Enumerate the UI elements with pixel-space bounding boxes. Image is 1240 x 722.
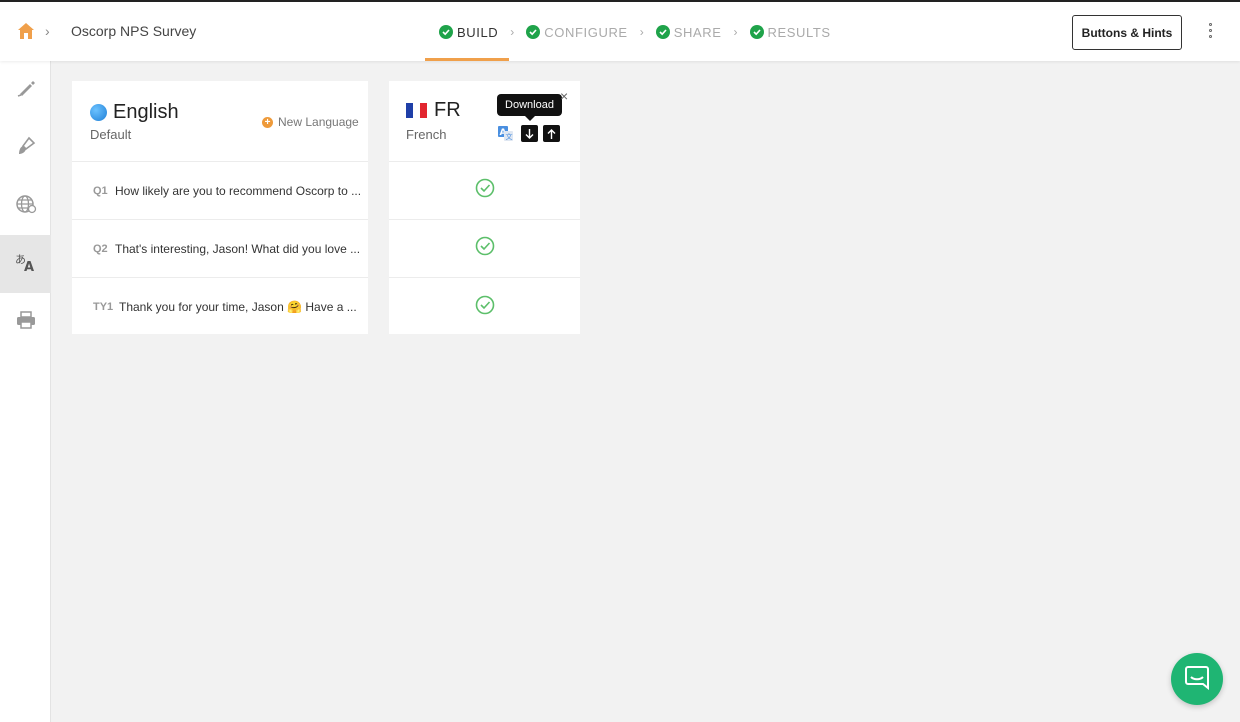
- question-row[interactable]: Q2 That's interesting, Jason! What did y…: [72, 220, 368, 278]
- sidebar-item-design[interactable]: [0, 119, 51, 177]
- language-code: FR: [434, 99, 461, 121]
- translate-icon: あA: [14, 251, 38, 278]
- check-circle-icon: [475, 178, 495, 203]
- language-title: English: [90, 101, 179, 124]
- printer-icon: [15, 309, 37, 336]
- left-sidebar: あA: [0, 61, 51, 722]
- pencil-icon: [15, 77, 37, 104]
- chat-icon: [1184, 664, 1210, 695]
- more-options-icon[interactable]: [1204, 23, 1216, 43]
- check-circle-icon: [655, 25, 670, 39]
- step-results[interactable]: RESULTS: [749, 24, 831, 40]
- chevron-right-icon: ›: [639, 25, 644, 39]
- check-circle-icon: [749, 25, 764, 39]
- sidebar-item-languages-global[interactable]: [0, 177, 51, 235]
- check-circle-icon: [475, 295, 495, 320]
- check-circle-icon: [526, 25, 541, 39]
- new-language-button[interactable]: + New Language: [262, 115, 359, 129]
- paintbrush-icon: [15, 135, 37, 162]
- home-icon[interactable]: [16, 21, 36, 41]
- step-label: CONFIGURE: [544, 24, 628, 40]
- download-tooltip: Download: [497, 94, 562, 121]
- english-language-card: English Default + New Language Q1 How li…: [72, 81, 368, 334]
- chevron-right-icon: ›: [45, 23, 50, 39]
- svg-text:A: A: [24, 260, 34, 273]
- translation-status-row[interactable]: [389, 162, 580, 220]
- active-step-indicator: [425, 58, 509, 61]
- download-icon[interactable]: [521, 125, 538, 142]
- survey-name[interactable]: Oscorp NPS Survey: [71, 23, 196, 39]
- language-title: FR: [406, 99, 461, 122]
- french-language-card: FR French Download × A文: [389, 81, 580, 334]
- question-row[interactable]: TY1 Thank you for your time, Jason 🤗 Hav…: [72, 278, 368, 336]
- new-language-label: New Language: [278, 115, 359, 129]
- language-name: French: [406, 127, 447, 142]
- language-default-label: Default: [90, 127, 132, 142]
- chevron-right-icon: ›: [510, 25, 515, 39]
- sidebar-item-print[interactable]: [0, 293, 51, 351]
- auto-translate-icon[interactable]: A文: [497, 125, 514, 142]
- translation-status-row[interactable]: [389, 278, 580, 336]
- svg-text:文: 文: [506, 132, 513, 141]
- upload-icon[interactable]: [543, 125, 560, 142]
- sidebar-item-translate[interactable]: あA: [0, 235, 51, 293]
- buttons-hints-button[interactable]: Buttons & Hints: [1072, 15, 1182, 50]
- language-name: English: [113, 101, 179, 123]
- france-flag-icon: [406, 103, 427, 118]
- plus-icon: +: [262, 116, 273, 128]
- french-card-header: FR French Download × A文: [389, 81, 580, 162]
- question-code: Q2: [93, 242, 108, 255]
- step-label: RESULTS: [767, 24, 831, 40]
- check-circle-icon: [439, 25, 453, 39]
- english-card-header: English Default + New Language: [72, 81, 368, 162]
- check-circle-icon: [475, 236, 495, 261]
- close-icon[interactable]: ×: [560, 88, 568, 104]
- question-code: Q1: [93, 184, 108, 197]
- chat-support-button[interactable]: [1171, 653, 1223, 705]
- question-row[interactable]: Q1 How likely are you to recommend Oscor…: [72, 162, 368, 220]
- question-text: How likely are you to recommend Oscorp t…: [115, 183, 362, 198]
- sidebar-item-build[interactable]: [0, 61, 51, 119]
- question-code: TY1: [93, 301, 114, 313]
- top-bar: › Oscorp NPS Survey BUILD › CONFIGURE › …: [0, 0, 1240, 61]
- chevron-right-icon: ›: [733, 25, 738, 39]
- question-text: Thank you for your time, Jason 🤗 Have a …: [119, 300, 357, 314]
- step-navigation: BUILD › CONFIGURE › SHARE › RESULTS: [439, 22, 831, 42]
- globe-icon: [15, 193, 37, 220]
- step-configure[interactable]: CONFIGURE: [526, 25, 627, 40]
- step-share[interactable]: SHARE: [655, 24, 722, 40]
- step-build[interactable]: BUILD: [439, 25, 498, 40]
- translation-status-row[interactable]: [389, 220, 580, 278]
- question-text: That's interesting, Jason! What did you …: [115, 241, 361, 256]
- step-label: SHARE: [673, 24, 722, 40]
- step-label: BUILD: [457, 24, 499, 40]
- globe-icon: [90, 104, 107, 121]
